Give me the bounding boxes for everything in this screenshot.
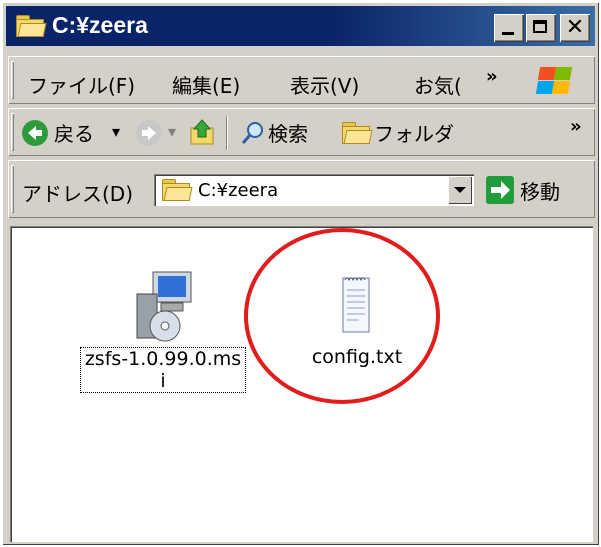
maximize-button[interactable] (526, 14, 556, 42)
folders-button[interactable]: フォルダ (374, 118, 454, 147)
title-bar[interactable]: C:¥zeera ✕ (6, 6, 595, 46)
up-folder-icon[interactable] (188, 118, 218, 148)
menu-view[interactable]: 表示(V) (290, 70, 359, 99)
address-label: アドレス(D) (22, 182, 134, 206)
window-title: C:¥zeera (52, 12, 148, 38)
toolbar-grip[interactable] (11, 113, 14, 151)
menu-edit[interactable]: 編集(E) (172, 70, 240, 99)
address-folder-icon (162, 179, 193, 201)
menu-bar: ファイル(F) 編集(E) 表示(V) お気( » (8, 56, 595, 104)
go-arrow-icon[interactable] (486, 176, 514, 204)
forward-arrow-icon[interactable] (136, 120, 162, 146)
menu-overflow-chevron[interactable]: » (486, 66, 498, 87)
menu-favorites[interactable]: お気( (414, 70, 462, 99)
address-grip[interactable] (11, 165, 14, 213)
go-button[interactable]: 移動 (520, 176, 560, 205)
address-input[interactable]: C:¥zeera (154, 174, 474, 206)
address-dropdown-button[interactable] (448, 176, 472, 204)
address-bar: アドレス(D) C:¥zeera 移動 (8, 160, 595, 218)
search-button[interactable]: 検索 (268, 118, 308, 147)
address-value[interactable]: C:¥zeera (198, 180, 278, 201)
toolbar-overflow-chevron[interactable]: » (570, 116, 582, 137)
minimize-button[interactable] (494, 14, 524, 42)
folder-icon (16, 15, 47, 37)
close-icon: ✕ (565, 15, 585, 40)
file-item-installer[interactable]: zsfs-1.0.99.0.msi (78, 270, 248, 393)
installer-package-icon (131, 270, 195, 344)
menu-grip[interactable] (11, 61, 14, 99)
search-icon (240, 120, 266, 146)
back-dropdown-arrow[interactable]: ▾ (112, 122, 120, 141)
close-button[interactable]: ✕ (560, 14, 590, 42)
menu-file[interactable]: ファイル(F) (28, 70, 135, 99)
back-button[interactable]: 戻る (54, 118, 94, 147)
forward-dropdown-arrow[interactable]: ▾ (168, 122, 176, 141)
toolbar: 戻る ▾ ▾ 検索 フォルダ » (8, 108, 595, 156)
file-name[interactable]: zsfs-1.0.99.0.msi (80, 347, 246, 393)
highlight-circle (244, 228, 440, 404)
back-arrow-icon[interactable] (22, 120, 48, 146)
toolbar-separator (226, 116, 228, 150)
folders-icon (342, 122, 373, 144)
windows-logo (535, 66, 573, 96)
